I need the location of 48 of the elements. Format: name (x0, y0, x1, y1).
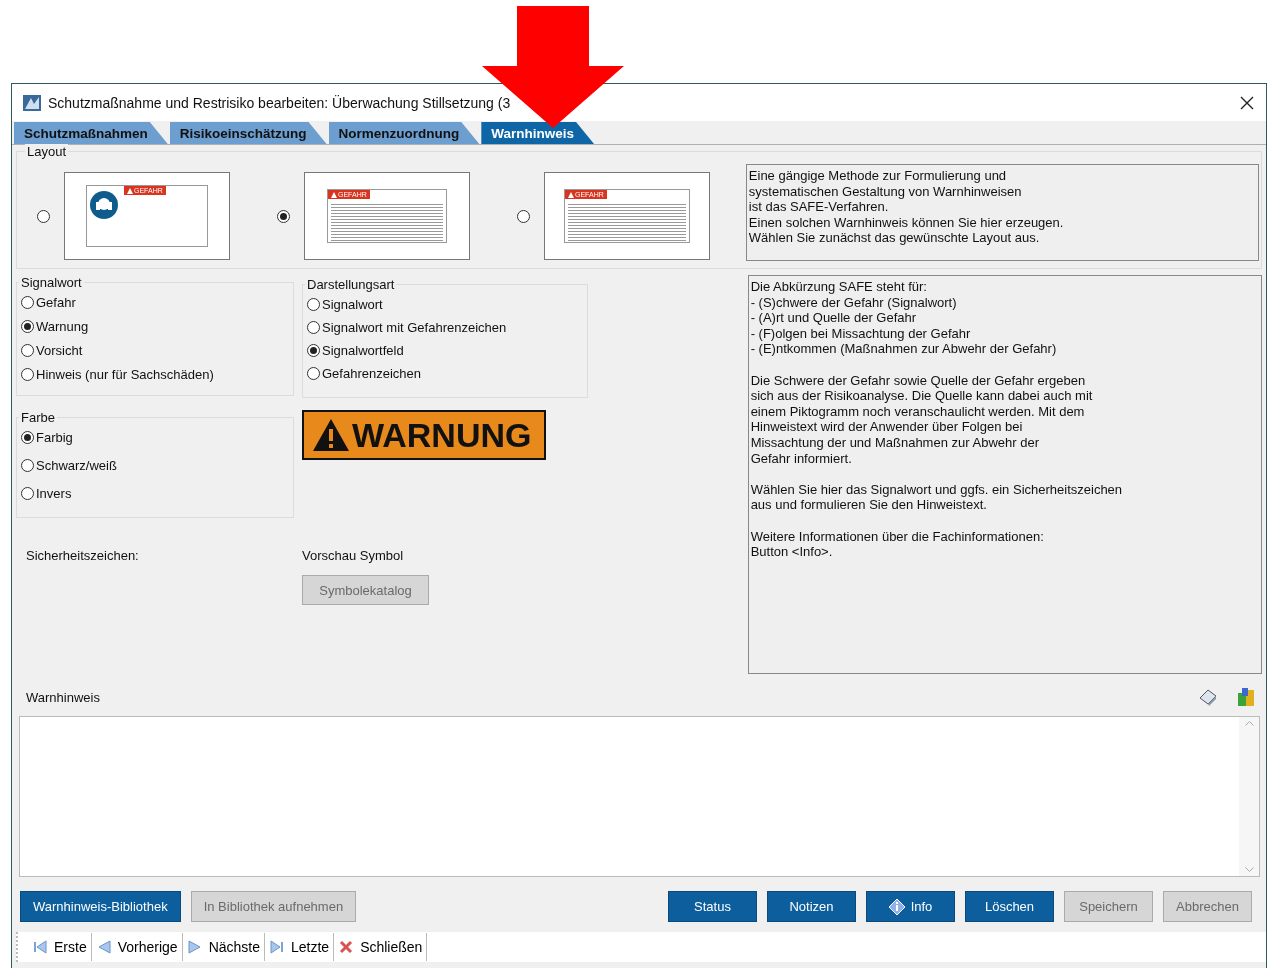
radio-button[interactable] (37, 209, 50, 223)
skip-arrow-icon (269, 939, 285, 955)
radio-option[interactable]: Gefahrenzeichen (307, 365, 581, 381)
radio-option[interactable]: Farbig (21, 429, 287, 445)
info-paragraph: Wählen Sie hier das Signalwort und ggfs. ein Sicherheitszeichen aus und formulieren Sie den Hinweistext. (750, 481, 1124, 513)
radio-option[interactable]: Signalwort mit Gefahrenzeichen (307, 319, 581, 335)
action-button[interactable]: Info (866, 891, 955, 922)
radio-option[interactable]: Vorsicht (21, 342, 287, 358)
radio-option[interactable]: Signalwort (307, 296, 581, 312)
close-icon[interactable] (1240, 95, 1254, 110)
action-button[interactable]: Status (668, 891, 757, 922)
eraser-icon[interactable] (1198, 688, 1218, 706)
app-icon (22, 92, 42, 113)
radio-button[interactable] (277, 209, 290, 223)
radio-option[interactable]: Hinweis (nur für Sachschäden) (21, 366, 287, 382)
info-paragraph: Weitere Informationen über die Fachinformationen: Button <Info>. (750, 528, 1045, 560)
info-paragraph: Die Abkürzung SAFE steht für: - (S)chwere der Gefahr (Signalwort) - (A)rt und Quelle der Gefahr - (F)olgen bei Missachtung der Gefahr - (E)ntkommen (Maßnahmen zur Abwehr der Gefahr) (750, 279, 1058, 357)
library-button[interactable]: Warnhinweis-Bibliothek (20, 891, 181, 922)
window-title: Schutzmaßnahme und Restrisiko bearbeiten: Überwachung Stillsetzung (3 (48, 94, 511, 111)
info-paragraph: Die Schwere der Gefahr sowie Quelle der Gefahr ergeben sich aus der Risikoanalyse. Die Quelle kann dabei auch mit einem Piktogramm noch veranschaulicht werden. Mit dem Hinweistext wird der Anwender über Folgen bei Missachtung der und Maßnahmen zur Abwehr der Gefahr informiert. (750, 372, 1094, 467)
tab[interactable]: Risikoeinschätzung (169, 122, 327, 144)
group-label: Signalwort (20, 275, 83, 290)
book-stack-icon[interactable] (1236, 687, 1256, 707)
tab[interactable]: Warnhinweis (481, 122, 595, 144)
tab[interactable]: Schutzmaßnahmen (14, 122, 168, 144)
warning-triangle-icon (312, 418, 350, 452)
intro-text: Eine gängige Methode zur Formulierung und systematischen Gestaltung von Warnhinweisen ist das SAFE-Verfahren. Einen solchen Warnhinweis können Sie hier erzeugen. Wählen Sie zunächst das gewünschte Layout aus. (745, 164, 1259, 261)
warning-text-field[interactable] (19, 716, 1260, 877)
skip-arrow-icon (32, 939, 48, 955)
radio-option[interactable]: Invers (21, 485, 287, 501)
field-label: Warnhinweis (26, 689, 100, 705)
action-button[interactable]: Notizen (767, 891, 856, 922)
arrow-icon (186, 939, 203, 955)
tab[interactable]: Normenzuordnung (328, 122, 480, 144)
field-label: Sicherheitszeichen: (26, 548, 140, 565)
group-label: Farbe (20, 410, 56, 425)
warning-signal-field: WARNUNG (302, 410, 546, 460)
radio-option[interactable]: Gefahr (21, 294, 287, 310)
info-icon (888, 898, 905, 915)
field-label: Vorschau Symbol (302, 548, 404, 563)
group-label: Layout (25, 144, 69, 159)
group-label: Darstellungsart (306, 277, 396, 292)
radio-option[interactable]: Schwarz/weiß (21, 457, 287, 473)
action-button[interactable]: Löschen (965, 891, 1054, 922)
radio-option[interactable]: Signalwortfeld (307, 342, 581, 358)
radio-option[interactable]: Warnung (21, 318, 287, 334)
close-icon (338, 939, 355, 955)
radio-button[interactable] (517, 209, 530, 223)
